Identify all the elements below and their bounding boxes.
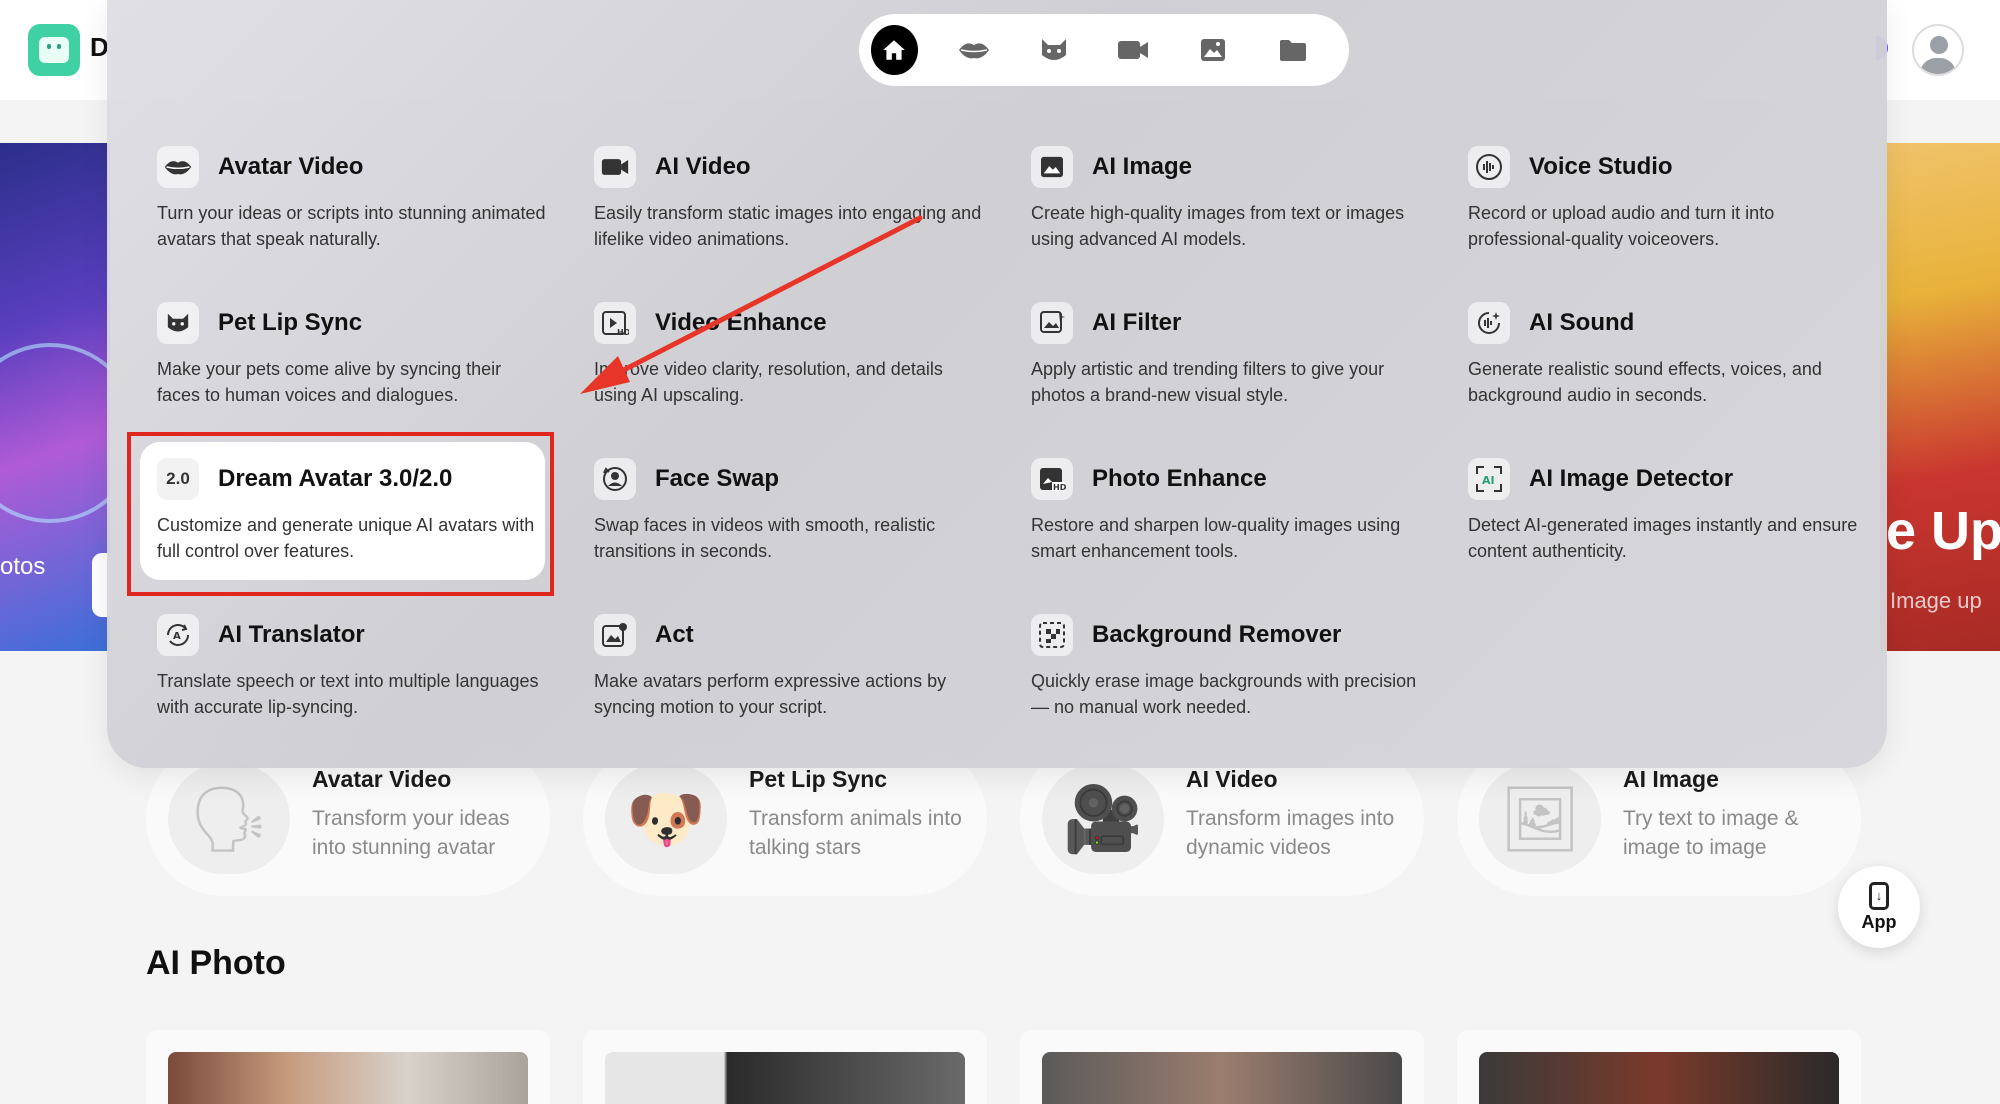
pet-microphone-icon: 🐶 bbox=[605, 764, 727, 874]
photo-card[interactable] bbox=[583, 1030, 987, 1104]
translate-icon: A bbox=[157, 614, 199, 656]
hero-left-text: otos bbox=[0, 553, 46, 580]
act-image-icon bbox=[594, 614, 636, 656]
tab-avatar[interactable] bbox=[951, 25, 998, 75]
menu-item-desc: Record or upload audio and turn it into … bbox=[1468, 203, 1775, 249]
home-icon bbox=[883, 40, 906, 60]
menu-item-title: AI Sound bbox=[1529, 309, 1635, 336]
hero-banner-right[interactable] bbox=[1880, 143, 2000, 651]
section-title-ai-photo: AI Photo bbox=[146, 944, 286, 982]
hd-video-icon: HD bbox=[594, 302, 636, 344]
mega-menu: Avatar Video Turn your ideas or scripts … bbox=[107, 0, 1887, 768]
hero-right-subtitle: Image up bbox=[1890, 588, 1982, 613]
feature-desc: Try text to image & image to image bbox=[1623, 807, 1799, 859]
ai-scan-icon: AI bbox=[1468, 458, 1510, 500]
brand-logo-icon[interactable] bbox=[28, 24, 80, 76]
feature-desc: Transform images into dynamic videos bbox=[1186, 807, 1395, 859]
tab-video[interactable] bbox=[1110, 25, 1157, 75]
menu-item-title: AI Translator bbox=[218, 621, 365, 648]
tab-pet[interactable] bbox=[1030, 25, 1077, 75]
menu-item-title: Face Swap bbox=[655, 465, 780, 492]
menu-item-desc: Improve video clarity, resolution, and d… bbox=[594, 359, 943, 405]
menu-item-desc: Restore and sharpen low-quality images u… bbox=[1031, 515, 1401, 561]
svg-text:HD: HD bbox=[1053, 483, 1066, 492]
menu-item-title: AI Filter bbox=[1092, 309, 1182, 336]
menu-item-desc: Make your pets come alive by syncing the… bbox=[157, 359, 502, 405]
tab-image[interactable] bbox=[1190, 25, 1237, 75]
feature-title: Avatar Video bbox=[312, 766, 452, 792]
menu-item-desc: Apply artistic and trending filters to g… bbox=[1031, 359, 1385, 405]
photo-card[interactable] bbox=[1020, 1030, 1424, 1104]
tab-home[interactable] bbox=[871, 25, 918, 75]
menu-item-title: AI Image bbox=[1092, 153, 1193, 180]
menu-item-title: Dream Avatar 3.0/2.0 bbox=[218, 465, 453, 492]
feature-title: AI Image bbox=[1623, 766, 1719, 792]
menu-item-desc: Detect AI-generated images instantly and… bbox=[1468, 515, 1858, 561]
photo-card[interactable] bbox=[146, 1030, 550, 1104]
menu-item-title: Pet Lip Sync bbox=[218, 309, 363, 336]
menu-item-title: AI Image Detector bbox=[1529, 465, 1734, 492]
filter-icon bbox=[1031, 302, 1073, 344]
tab-folder[interactable] bbox=[1269, 25, 1316, 75]
video-camera-icon bbox=[1118, 41, 1149, 59]
photo-thumbnail bbox=[168, 1052, 528, 1104]
app-download-button[interactable]: ↓ App bbox=[1838, 866, 1920, 948]
image-edit-icon: 🖼 bbox=[1479, 764, 1601, 874]
speaking-head-icon: 🗣 bbox=[168, 764, 290, 874]
feature-desc: Transform your ideas into stunning avata… bbox=[312, 807, 510, 859]
lips-icon bbox=[157, 146, 199, 188]
menu-item-title: Background Remover bbox=[1092, 621, 1342, 648]
menu-item-title: Act bbox=[655, 621, 694, 648]
image-icon bbox=[1031, 146, 1073, 188]
menu-item-title: AI Video bbox=[655, 153, 751, 180]
badge-2-0-icon: 2.0 bbox=[157, 458, 199, 500]
menu-item-dream-avatar[interactable]: 2.0 Dream Avatar 3.0/2.0 Customize and g… bbox=[140, 442, 545, 580]
photo-card[interactable] bbox=[1457, 1030, 1861, 1104]
svg-text:AI: AI bbox=[1482, 474, 1495, 487]
feature-title: Pet Lip Sync bbox=[749, 766, 888, 792]
menu-item-title: Avatar Video bbox=[218, 153, 364, 180]
menu-item-title: Video Enhance bbox=[655, 309, 827, 336]
image-icon bbox=[1201, 39, 1226, 61]
video-camera-icon bbox=[594, 146, 636, 188]
hero-right-title: e Up bbox=[1886, 501, 2000, 561]
menu-item-desc: Turn your ideas or scripts into stunning… bbox=[157, 203, 546, 249]
photo-thumbnail bbox=[1042, 1052, 1402, 1104]
feature-title: AI Video bbox=[1186, 766, 1278, 792]
lips-icon bbox=[959, 43, 989, 59]
phone-download-icon: ↓ bbox=[1869, 881, 1889, 910]
face-swap-icon bbox=[594, 458, 636, 500]
menu-item-desc: Translate speech or text into multiple l… bbox=[157, 671, 539, 717]
menu-item-title: Voice Studio bbox=[1529, 153, 1673, 180]
menu-item-title: Photo Enhance bbox=[1092, 465, 1267, 492]
user-avatar-icon[interactable] bbox=[1912, 24, 1964, 76]
menu-item-desc: Easily transform static images into enga… bbox=[594, 203, 982, 249]
menu-item-desc: Swap faces in videos with smooth, realis… bbox=[594, 515, 936, 561]
photo-thumbnail bbox=[605, 1052, 965, 1104]
svg-text:A: A bbox=[173, 631, 181, 642]
folder-icon bbox=[1279, 40, 1306, 61]
hd-photo-icon: HD bbox=[1031, 458, 1073, 500]
menu-item-desc: Generate realistic sound effects, voices… bbox=[1468, 359, 1822, 405]
menu-item-desc: Quickly erase image backgrounds with pre… bbox=[1031, 671, 1417, 717]
app-button-label: App bbox=[1861, 911, 1897, 932]
background-remove-icon bbox=[1031, 614, 1073, 656]
brand-name[interactable]: D bbox=[90, 32, 109, 63]
cat-icon bbox=[157, 302, 199, 344]
video-camera-icon: 🎥 bbox=[1042, 764, 1164, 874]
nav-tab-bar bbox=[859, 14, 1349, 86]
menu-item-desc: Create high-quality images from text or … bbox=[1031, 203, 1405, 249]
photo-thumbnail bbox=[1479, 1052, 1839, 1104]
sound-wave-icon bbox=[1468, 146, 1510, 188]
svg-text:HD: HD bbox=[617, 328, 629, 336]
menu-item-desc: Make avatars perform expressive actions … bbox=[594, 671, 947, 717]
menu-item-desc: Customize and generate unique AI avatars… bbox=[157, 515, 535, 561]
cat-icon bbox=[1041, 39, 1066, 60]
sound-sparkle-icon bbox=[1468, 302, 1510, 344]
feature-desc: Transform animals into talking stars bbox=[749, 807, 962, 859]
